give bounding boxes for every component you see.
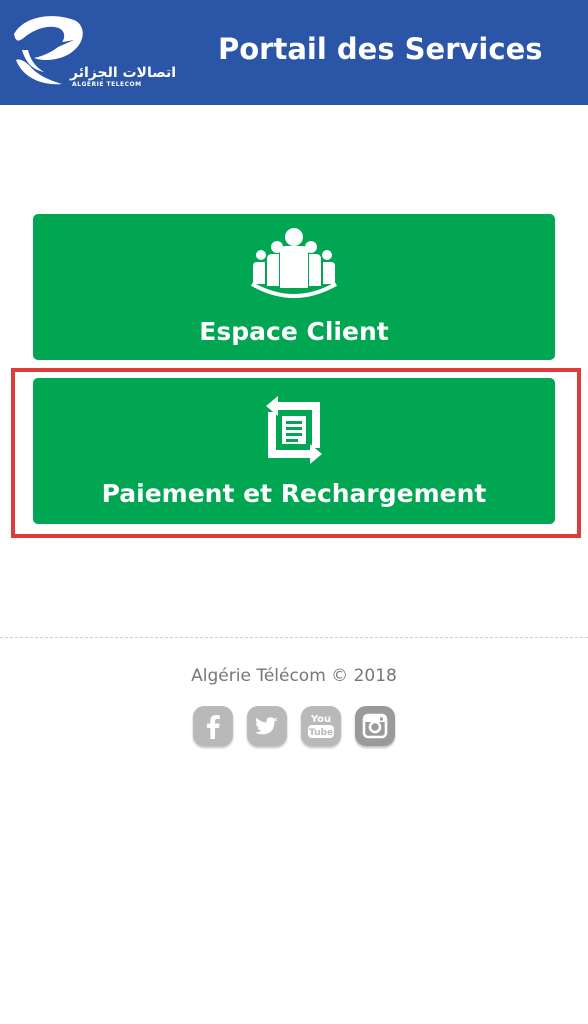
youtube-icon[interactable]: You Tube [301,706,341,746]
instagram-icon[interactable] [355,706,395,746]
algerie-telecom-logo[interactable]: اتصالات الجزائر ALGERIE TELECOM [12,14,194,94]
social-links: You Tube [191,706,401,750]
twitter-icon[interactable] [247,706,287,746]
paiement-rechargement-label: Paiement et Rechargement [101,479,487,508]
svg-text:You: You [310,714,331,725]
svg-text:Tube: Tube [309,728,333,738]
espace-client-button[interactable]: Espace Client [33,214,555,360]
copyright-text: Algérie Télécom © 2018 [191,666,397,686]
facebook-icon[interactable] [193,706,233,746]
logo-latin-text: ALGERIE TELECOM [72,81,142,88]
header-bar: اتصالات الجزائر ALGERIE TELECOM Portail … [0,0,588,105]
page-title: Portail des Services [218,32,543,66]
footer-divider [0,637,588,638]
logo-arabic-text: اتصالات الجزائر [70,65,177,81]
users-group-icon [249,226,339,306]
espace-client-label: Espace Client [199,317,389,346]
page: اتصالات الجزائر ALGERIE TELECOM Portail … [0,0,588,1024]
paiement-rechargement-button[interactable]: Paiement et Rechargement [33,378,555,524]
document-exchange-icon [262,392,326,472]
